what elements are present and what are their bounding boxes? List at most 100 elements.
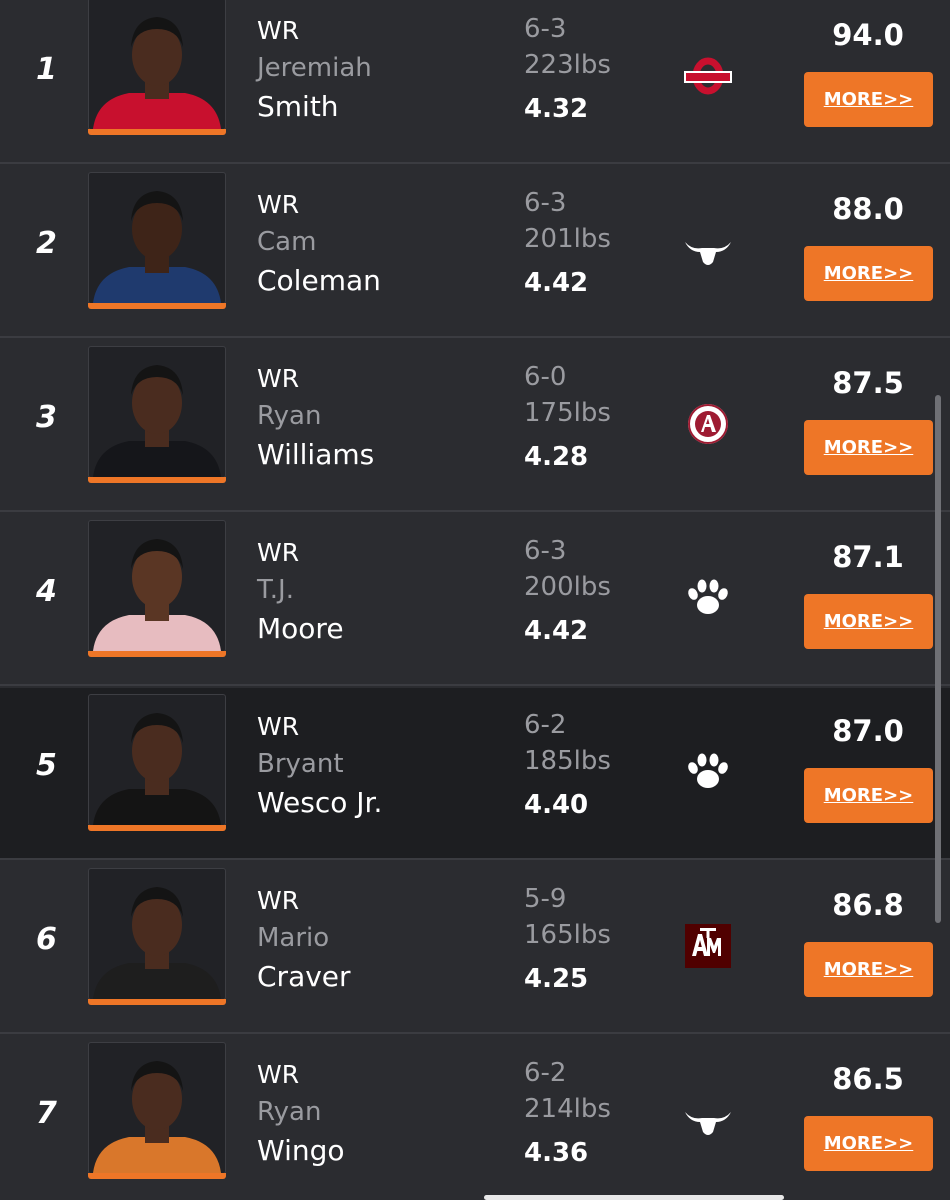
more-button[interactable]: MORE>> — [804, 594, 933, 649]
player-position: WR — [257, 886, 300, 915]
rank-number: 2 — [36, 226, 57, 261]
photo-accent-bar — [88, 651, 226, 657]
player-last-name: Wesco Jr. — [257, 786, 383, 819]
rank-number: 5 — [36, 748, 57, 783]
clemson-paw-logo-icon[interactable] — [682, 746, 734, 798]
player-first-name: Mario — [257, 923, 330, 953]
player-rating: 86.8 — [832, 888, 904, 922]
player-first-name: Ryan — [257, 401, 322, 431]
player-row-2: 2 WR Cam Coleman 6-3 201lbs 4.42 88.0 MO… — [0, 166, 950, 338]
player-row-3: 3 WR Ryan Williams 6-0 175lbs 4.28 87.5 … — [0, 340, 950, 512]
player-position: WR — [257, 1060, 300, 1089]
player-photo[interactable] — [88, 1042, 226, 1174]
player-headshot — [93, 365, 221, 477]
player-position: WR — [257, 16, 300, 45]
rank-number: 7 — [36, 1096, 57, 1131]
player-forty-time: 4.42 — [524, 616, 589, 646]
player-first-name: Ryan — [257, 1097, 322, 1127]
player-photo[interactable] — [88, 0, 226, 130]
more-button[interactable]: MORE>> — [804, 1116, 933, 1171]
rank-number: 1 — [36, 52, 57, 87]
player-position: WR — [257, 190, 300, 219]
player-forty-time: 4.25 — [524, 964, 589, 994]
player-height: 6-2 — [524, 1058, 567, 1088]
player-headshot — [93, 713, 221, 825]
photo-accent-bar — [88, 825, 226, 831]
player-weight: 175lbs — [524, 398, 611, 428]
player-headshot — [93, 887, 221, 999]
player-first-name: Jeremiah — [257, 53, 372, 83]
player-height: 6-3 — [524, 536, 567, 566]
player-row-7: 7 WR Ryan Wingo 6-2 214lbs 4.36 86.5 MOR… — [0, 1036, 950, 1200]
photo-accent-bar — [88, 999, 226, 1005]
player-forty-time: 4.32 — [524, 94, 589, 124]
player-rating: 94.0 — [832, 18, 904, 52]
player-forty-time: 4.42 — [524, 268, 589, 298]
player-height: 6-3 — [524, 188, 567, 218]
ohio-state-logo-icon[interactable] — [682, 50, 734, 102]
player-photo[interactable] — [88, 868, 226, 1000]
player-weight: 223lbs — [524, 50, 611, 80]
player-rating: 88.0 — [832, 192, 904, 226]
player-headshot — [93, 1061, 221, 1173]
scrollbar[interactable] — [935, 395, 941, 923]
photo-accent-bar — [88, 129, 226, 135]
player-photo[interactable] — [88, 520, 226, 652]
more-button[interactable]: MORE>> — [804, 420, 933, 475]
player-first-name: Cam — [257, 227, 317, 257]
player-last-name: Wingo — [257, 1134, 345, 1167]
home-indicator — [484, 1195, 784, 1200]
player-row-6: 6 WR Mario Craver 5-9 165lbs 4.25 86.8 M… — [0, 862, 950, 1034]
player-weight: 165lbs — [524, 920, 611, 950]
player-height: 6-3 — [524, 14, 567, 44]
player-row-4: 4 WR T.J. Moore 6-3 200lbs 4.42 87.1 MOR… — [0, 514, 950, 686]
more-button[interactable]: MORE>> — [804, 72, 933, 127]
player-height: 6-2 — [524, 710, 567, 740]
player-height: 5-9 — [524, 884, 567, 914]
rank-number: 6 — [36, 922, 57, 957]
photo-accent-bar — [88, 1173, 226, 1179]
more-button[interactable]: MORE>> — [804, 768, 933, 823]
player-photo[interactable] — [88, 694, 226, 826]
player-weight: 185lbs — [524, 746, 611, 776]
player-rating: 87.5 — [832, 366, 904, 400]
player-position: WR — [257, 538, 300, 567]
texas-longhorn-logo-icon[interactable] — [682, 1094, 734, 1146]
player-weight: 214lbs — [524, 1094, 611, 1124]
player-last-name: Williams — [257, 438, 375, 471]
player-forty-time: 4.36 — [524, 1138, 589, 1168]
player-forty-time: 4.40 — [524, 790, 589, 820]
alabama-logo-icon[interactable] — [682, 398, 734, 450]
player-photo[interactable] — [88, 346, 226, 478]
photo-accent-bar — [88, 303, 226, 309]
player-position: WR — [257, 712, 300, 741]
more-button[interactable]: MORE>> — [804, 942, 933, 997]
player-row-5: 5 WR Bryant Wesco Jr. 6-2 185lbs 4.40 87… — [0, 688, 950, 860]
rank-number: 3 — [36, 400, 57, 435]
player-rating: 86.5 — [832, 1062, 904, 1096]
player-height: 6-0 — [524, 362, 567, 392]
player-row-1: 1 WR Jeremiah Smith 6-3 223lbs 4.32 94.0… — [0, 0, 950, 164]
photo-accent-bar — [88, 477, 226, 483]
texas-longhorn-logo-icon[interactable] — [682, 224, 734, 276]
player-forty-time: 4.28 — [524, 442, 589, 472]
player-headshot — [93, 191, 221, 303]
clemson-paw-logo-icon[interactable] — [682, 572, 734, 624]
player-last-name: Coleman — [257, 264, 381, 297]
player-photo[interactable] — [88, 172, 226, 304]
rank-number: 4 — [36, 574, 57, 609]
player-position: WR — [257, 364, 300, 393]
player-weight: 200lbs — [524, 572, 611, 602]
player-first-name: T.J. — [257, 575, 294, 605]
player-rating: 87.1 — [832, 540, 904, 574]
player-rating: 87.0 — [832, 714, 904, 748]
player-last-name: Moore — [257, 612, 344, 645]
texas-am-logo-icon[interactable] — [682, 920, 734, 972]
player-headshot — [93, 539, 221, 651]
player-last-name: Smith — [257, 90, 339, 123]
player-headshot — [93, 17, 221, 129]
more-button[interactable]: MORE>> — [804, 246, 933, 301]
player-first-name: Bryant — [257, 749, 344, 779]
player-weight: 201lbs — [524, 224, 611, 254]
player-last-name: Craver — [257, 960, 351, 993]
